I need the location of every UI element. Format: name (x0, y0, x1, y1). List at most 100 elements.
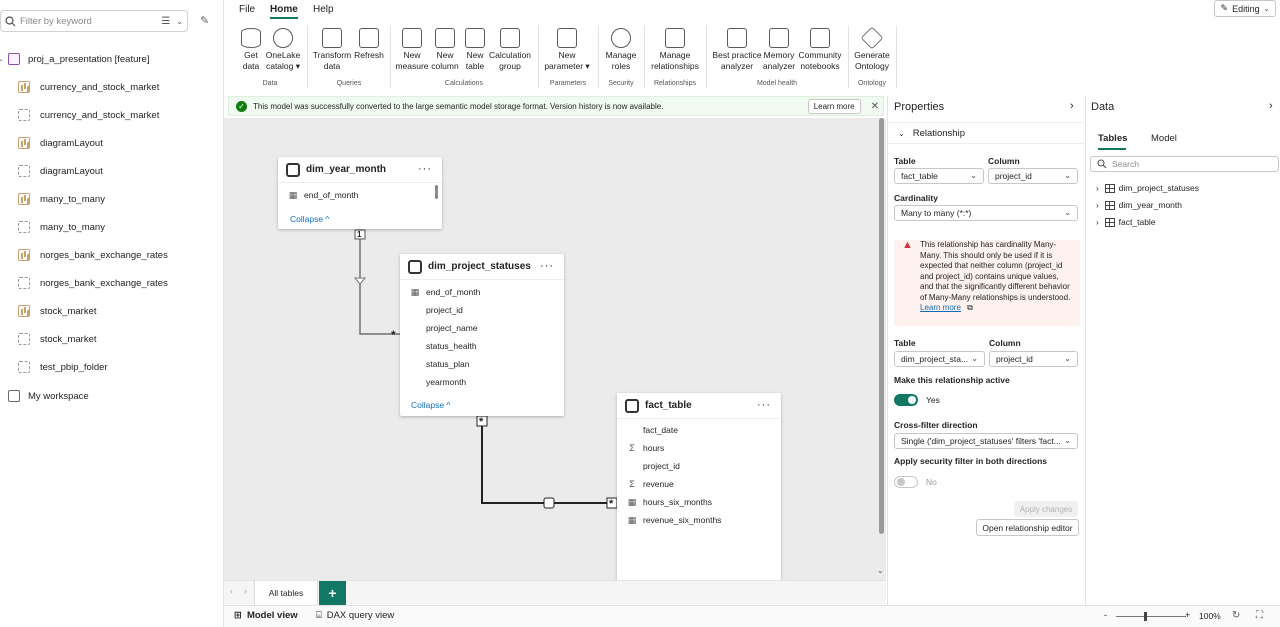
onelake-catalog-button[interactable]: OneLake catalog ▾ (264, 28, 302, 72)
get-data-button[interactable]: Get data (240, 28, 262, 72)
generate-ontology-button[interactable]: Generate Ontology (852, 26, 892, 72)
scroll-left-icon[interactable]: ‹ (230, 586, 233, 596)
nav-item-semantic-model[interactable]: currency_and_stock_market (0, 101, 222, 129)
relationship-line[interactable] (359, 229, 400, 335)
column-row[interactable]: status_plan (408, 355, 469, 373)
new-measure-button[interactable]: New measure (394, 28, 430, 72)
manage-relationships-button[interactable]: Manage relationships (648, 28, 702, 72)
column-select[interactable]: project_id ⌄ (989, 351, 1078, 367)
collapse-pane-icon[interactable]: › (1269, 100, 1273, 112)
nav-item-semantic-model[interactable]: stock_market (0, 325, 222, 353)
column-row[interactable]: yearmonth (408, 373, 466, 391)
relationship-section-header[interactable]: ⌄ Relationship (888, 122, 1085, 144)
cardinality-select[interactable]: Many to many (*:*) ⌄ (894, 205, 1078, 221)
nav-item-report[interactable]: diagramLayout (0, 129, 222, 157)
open-relationship-editor-button[interactable]: Open relationship editor (976, 519, 1079, 536)
scroll-down-icon[interactable]: ⌄ (877, 566, 884, 575)
security-filter-toggle[interactable] (894, 476, 918, 488)
model-view-button[interactable]: ⊞ Model view (234, 610, 298, 621)
nav-item-semantic-model[interactable]: many_to_many (0, 213, 222, 241)
reset-zoom-icon[interactable]: ↻ (1232, 610, 1240, 621)
more-options-icon[interactable]: ··· (540, 260, 554, 272)
nav-item-semantic-model[interactable]: diagramLayout (0, 157, 222, 185)
collapse-button[interactable]: Collapse ^ (411, 400, 450, 410)
add-tab-button[interactable]: + (319, 581, 346, 605)
column-row[interactable]: Σhours (625, 439, 664, 457)
transform-data-button[interactable]: Transform data (312, 28, 352, 72)
tab-file[interactable]: File (239, 4, 255, 15)
new-column-button[interactable]: New column (430, 28, 460, 72)
pin-icon[interactable]: ✎ (200, 14, 209, 27)
table-card-dim-year-month[interactable]: dim_year_month ··· ▦ end_of_month Collap… (278, 157, 442, 229)
scrollbar-thumb[interactable] (879, 118, 884, 534)
crossfilter-select[interactable]: Single ('dim_project_statuses' filters '… (894, 433, 1078, 449)
nav-item-workspace[interactable]: ⌄ proj_a_presentation [feature] (0, 45, 222, 73)
nav-item-semantic-model[interactable]: norges_bank_exchange_rates (0, 269, 222, 297)
column-select[interactable]: project_id ⌄ (988, 168, 1078, 184)
zoom-slider[interactable] (1116, 616, 1186, 617)
card-scrollbar[interactable] (435, 185, 438, 199)
new-table-button[interactable]: New table (462, 28, 488, 72)
data-search-input[interactable]: Search (1090, 156, 1279, 172)
column-row[interactable]: project_id (625, 457, 680, 475)
column-row[interactable]: ▦ revenue_six_months (625, 511, 722, 529)
column-row[interactable]: ▦ hours_six_months (625, 493, 712, 511)
tab-model[interactable]: Model (1151, 133, 1177, 144)
column-row[interactable]: ▦ end_of_month (408, 283, 481, 301)
diagram-canvas[interactable]: 1 * * * dim_year_month ··· ▦ end_of_mont… (224, 118, 886, 580)
table-select[interactable]: dim_project_sta... ⌄ (894, 351, 985, 367)
nav-item-semantic-model[interactable]: test_pbip_folder (0, 353, 222, 381)
nav-item-report[interactable]: many_to_many (0, 185, 222, 213)
data-table-item[interactable]: › dim_project_statuses (1096, 183, 1199, 193)
collapse-pane-icon[interactable]: › (1070, 100, 1074, 112)
tab-home[interactable]: Home (270, 4, 298, 15)
best-practice-analyzer-button[interactable]: Best practice analyzer (710, 28, 764, 72)
refresh-button[interactable]: Refresh (353, 28, 385, 61)
table-select[interactable]: fact_table ⌄ (894, 168, 984, 184)
external-link-icon[interactable]: ⧉ (967, 303, 973, 312)
zoom-in-icon[interactable]: + (1185, 610, 1190, 620)
active-toggle[interactable] (894, 394, 918, 406)
column-row[interactable]: status_health (408, 337, 477, 355)
close-icon[interactable]: ✕ (871, 101, 879, 112)
tab-tables[interactable]: Tables (1098, 133, 1127, 144)
table-card-fact-table[interactable]: fact_table ··· fact_date Σhours project_… (617, 393, 781, 580)
column-row[interactable]: fact_date (625, 421, 678, 439)
column-row[interactable]: ▦ end_of_month (286, 186, 359, 204)
filter-options-icon[interactable]: ☰ (161, 16, 170, 27)
community-notebooks-button[interactable]: Community notebooks (797, 28, 843, 72)
tab-help[interactable]: Help (313, 4, 334, 15)
editing-mode-button[interactable]: ✎ Editing ⌄ (1214, 0, 1276, 17)
zoom-out-icon[interactable]: - (1104, 610, 1107, 620)
nav-item-report[interactable]: stock_market (0, 297, 222, 325)
table-card-dim-project-statuses[interactable]: dim_project_statuses ··· ▦ end_of_month p… (400, 254, 564, 416)
nav-item-report[interactable]: norges_bank_exchange_rates (0, 241, 222, 269)
warning-learn-more-link[interactable]: Learn more (920, 303, 961, 312)
canvas-vertical-scrollbar[interactable]: ⌄ (876, 118, 886, 580)
memory-analyzer-button[interactable]: Memory analyzer (761, 28, 797, 72)
zoom-slider-thumb[interactable] (1144, 612, 1147, 621)
collapse-button[interactable]: Collapse ^ (290, 214, 329, 224)
column-row[interactable]: project_id (408, 301, 463, 319)
nav-item-report[interactable]: currency_and_stock_market (0, 73, 222, 101)
more-options-icon[interactable]: ··· (757, 399, 771, 411)
fit-to-screen-icon[interactable]: ⛶ (1256, 610, 1263, 621)
filter-input[interactable]: Filter by keyword ☰ ⌄ (0, 10, 188, 32)
manage-roles-button[interactable]: Manage roles (604, 28, 638, 72)
table-label: Table (894, 156, 916, 166)
learn-more-button[interactable]: Learn more (807, 98, 861, 114)
more-options-icon[interactable]: ··· (418, 163, 432, 175)
new-parameter-button[interactable]: New parameter ▾ (542, 28, 592, 72)
nav-item-my-workspace[interactable]: › My workspace (0, 382, 222, 410)
tab-all-tables[interactable]: All tables (254, 581, 318, 605)
column-row[interactable]: Σrevenue (625, 475, 674, 493)
data-table-item[interactable]: › dim_year_month (1096, 200, 1182, 210)
chevron-down-icon[interactable]: ⌄ (176, 17, 183, 26)
scroll-right-icon[interactable]: › (244, 586, 247, 596)
calculation-group-button[interactable]: Calculation group (488, 28, 532, 72)
dax-query-view-button[interactable]: ⌸ DAX query view (316, 610, 394, 621)
data-table-item[interactable]: › fact_table (1096, 217, 1156, 227)
column-row[interactable]: project_name (408, 319, 478, 337)
relationship-line-selected[interactable] (481, 418, 617, 504)
apply-changes-button[interactable]: Apply changes (1014, 501, 1078, 517)
